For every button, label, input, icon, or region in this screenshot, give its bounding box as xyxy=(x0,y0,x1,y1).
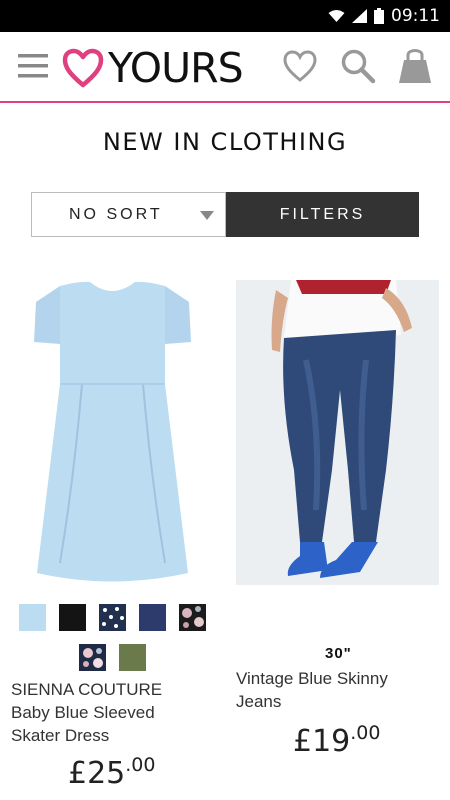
app-header: YOURS xyxy=(0,32,450,103)
sort-dropdown[interactable]: NO SORT xyxy=(31,192,226,237)
product-card-jeans[interactable]: 30" Vintage Blue Skinny Jeans £19.00 xyxy=(225,270,450,800)
color-swatch-black[interactable] xyxy=(59,604,86,631)
status-bar: 09:11 xyxy=(0,0,450,32)
product-card-dress[interactable]: SIENNA COUTURE Baby Blue Sleeved Skater … xyxy=(0,270,225,800)
price-whole: £19 xyxy=(293,724,351,759)
product-brand: SIENNA COUTURE xyxy=(11,680,163,699)
color-swatch-navy[interactable] xyxy=(139,604,166,631)
product-image-jeans[interactable] xyxy=(236,280,439,585)
wishlist-heart-icon[interactable] xyxy=(282,49,318,83)
status-time: 09:11 xyxy=(391,6,440,26)
shopping-bag-icon[interactable] xyxy=(398,46,432,84)
price-pence: .00 xyxy=(350,722,381,744)
product-name[interactable]: SIENNA COUTURE Baby Blue Sleeved Skater … xyxy=(11,678,221,747)
page-title: NEW IN CLOTHING xyxy=(102,128,348,156)
brand-logo[interactable]: YOURS xyxy=(62,43,244,92)
color-swatch-black-floral[interactable] xyxy=(179,604,206,631)
wifi-icon xyxy=(328,10,345,22)
filters-button[interactable]: FILTERS xyxy=(226,192,419,237)
sort-label: NO SORT xyxy=(69,205,163,223)
menu-icon[interactable] xyxy=(18,51,50,81)
battery-icon xyxy=(374,8,384,24)
color-swatch-navy-polka-dot[interactable] xyxy=(99,604,126,631)
heart-logo-icon xyxy=(62,48,104,88)
color-swatch-navy-floral[interactable] xyxy=(79,644,106,671)
price-pence: .00 xyxy=(125,754,156,776)
color-swatch-light-blue[interactable] xyxy=(19,604,46,631)
signal-icon xyxy=(352,9,367,23)
product-name-line: Jeans xyxy=(236,692,282,711)
product-price: £25.00 xyxy=(68,754,155,791)
search-icon[interactable] xyxy=(340,48,376,84)
product-image-dress[interactable] xyxy=(30,278,195,588)
product-price: £19.00 xyxy=(293,722,380,759)
chevron-down-icon xyxy=(200,211,214,220)
product-name-line: Baby Blue Sleeved xyxy=(11,703,155,722)
color-swatch-khaki[interactable] xyxy=(119,644,146,671)
product-name[interactable]: Vintage Blue Skinny Jeans xyxy=(236,667,441,713)
brand-name: YOURS xyxy=(108,43,244,92)
price-whole: £25 xyxy=(68,756,126,791)
product-name-line: Vintage Blue Skinny xyxy=(236,669,388,688)
product-leg-length-badge: 30" xyxy=(325,645,352,662)
product-name-line: Skater Dress xyxy=(11,726,110,745)
